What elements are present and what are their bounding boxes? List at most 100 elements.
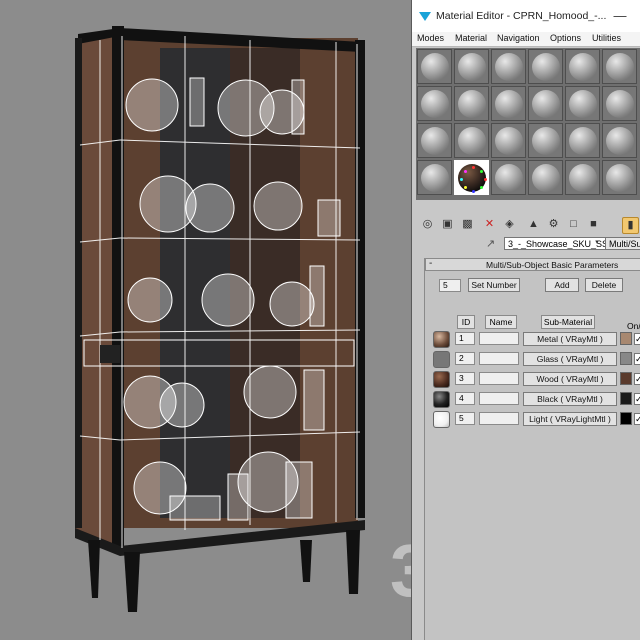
material-sample-slot[interactable] [602,123,637,158]
material-sample-slot[interactable] [417,160,452,195]
material-id-icon[interactable]: ⚙ [546,217,561,232]
sample-sphere [532,90,560,118]
material-sample-slot[interactable] [565,86,600,121]
minimize-button[interactable]: — [608,4,632,28]
make-unique-icon[interactable]: ◈ [502,217,517,232]
submaterial-button[interactable]: Black ( VRayMtl ) [523,392,617,406]
submaterial-onoff-checkbox[interactable]: ✓ [634,333,640,345]
submaterial-onoff-checkbox[interactable]: ✓ [634,353,640,365]
rollout-header[interactable]: - Multi/Sub-Object Basic Parameters [425,258,640,271]
material-sample-slot[interactable] [528,86,563,121]
assign-material-icon[interactable]: ▩ [460,217,475,232]
material-sample-slot[interactable] [491,49,526,84]
submaterial-name-field[interactable] [479,372,519,385]
material-sample-slot[interactable] [454,86,489,121]
submaterial-color-swatch[interactable] [620,392,632,405]
menu-navigation[interactable]: Navigation [497,33,540,43]
submaterial-button[interactable]: Glass ( VRayMtl ) [523,352,617,366]
material-sample-slot[interactable] [454,123,489,158]
submaterial-onoff-checkbox[interactable]: ✓ [634,413,640,425]
sample-sphere [421,53,449,81]
material-sample-slot[interactable] [528,49,563,84]
multi-sub-marker [472,166,475,169]
material-sample-slot[interactable] [602,49,637,84]
chevron-down-icon[interactable]: ▾ [592,237,602,249]
sample-sphere [421,90,449,118]
count-field[interactable]: 5 [439,279,461,292]
submaterial-button[interactable]: Metal ( VRayMtl ) [523,332,617,346]
material-sample-slot[interactable] [417,123,452,158]
submaterial-preview-light[interactable] [433,411,450,428]
submaterial-name-field[interactable] [479,412,519,425]
submaterial-preview-black[interactable] [433,391,450,408]
add-button[interactable]: Add [545,278,579,292]
submaterial-color-swatch[interactable] [620,372,632,385]
submaterial-id-field[interactable]: 5 [455,412,475,425]
submaterial-id-field[interactable]: 3 [455,372,475,385]
set-number-button[interactable]: Set Number [468,278,520,292]
submaterial-color-swatch[interactable] [620,332,632,345]
sample-sphere [458,127,486,155]
menu-utilities[interactable]: Utilities [592,33,621,43]
sample-sphere [458,90,486,118]
submaterial-preview-glass[interactable] [433,351,450,368]
material-sample-slot[interactable] [491,123,526,158]
submaterial-id-field[interactable]: 2 [455,352,475,365]
put-material-icon[interactable]: ▣ [440,217,455,232]
submaterial-preview-metal[interactable] [433,331,450,348]
submaterial-id-field[interactable]: 1 [455,332,475,345]
collapse-icon[interactable]: - [429,258,432,269]
submaterial-id-field[interactable]: 4 [455,392,475,405]
sample-sphere [532,164,560,192]
material-sample-slot[interactable] [528,160,563,195]
material-sample-slot[interactable] [565,49,600,84]
pick-material-icon[interactable]: ↗ [486,238,498,250]
show-map-icon[interactable]: □ [566,217,581,232]
submaterial-preview-wood[interactable] [433,371,450,388]
submaterial-name-field[interactable] [479,352,519,365]
sample-sphere [606,53,634,81]
menu-bar: Modes Material Navigation Options Utilit… [412,32,640,47]
delete-button[interactable]: Delete [585,278,623,292]
sample-sphere [569,90,597,118]
multi-sub-marker [484,178,487,181]
sample-sphere [495,127,523,155]
submaterial-button[interactable]: Light ( VRayLightMtl ) [523,412,617,426]
menu-material[interactable]: Material [455,33,487,43]
material-type-button[interactable]: Multi/Sub- [605,237,640,250]
name-header: Name [485,315,517,329]
material-sample-slot[interactable] [565,160,600,195]
multi-sub-marker [463,169,467,173]
material-toolbar: ◎ ▣ ▩ ✕ ◈ ▲ ⚙ □ ■ ▮ [416,214,640,236]
material-sample-slot[interactable] [602,86,637,121]
menu-modes[interactable]: Modes [417,33,444,43]
put-to-library-icon[interactable]: ▲ [526,217,541,232]
menu-options[interactable]: Options [550,33,581,43]
get-material-icon[interactable]: ◎ [420,217,435,232]
material-sample-slot[interactable] [417,49,452,84]
material-sample-slot[interactable] [454,160,489,195]
material-sample-slot[interactable] [491,86,526,121]
material-sample-slot[interactable] [565,123,600,158]
max-app-icon [419,12,431,21]
submaterial-onoff-checkbox[interactable]: ✓ [634,373,640,385]
show-end-result-icon[interactable]: ■ [586,217,601,232]
go-to-parent-icon[interactable]: ▮ [622,217,639,234]
material-sample-slot[interactable] [491,160,526,195]
material-sample-slot[interactable] [528,123,563,158]
submaterial-onoff-checkbox[interactable]: ✓ [634,393,640,405]
sample-sphere [458,53,486,81]
submaterial-button[interactable]: Wood ( VRayMtl ) [523,372,617,386]
multi-sub-marker [472,190,475,193]
sample-slots-grid [416,48,640,200]
material-sample-slot[interactable] [454,49,489,84]
material-sample-slot[interactable] [602,160,637,195]
submaterial-color-swatch[interactable] [620,352,632,365]
sample-sphere [569,127,597,155]
submaterial-name-field[interactable] [479,332,519,345]
sample-sphere [495,90,523,118]
delete-icon[interactable]: ✕ [482,217,497,232]
submaterial-name-field[interactable] [479,392,519,405]
submaterial-color-swatch[interactable] [620,412,632,425]
material-sample-slot[interactable] [417,86,452,121]
